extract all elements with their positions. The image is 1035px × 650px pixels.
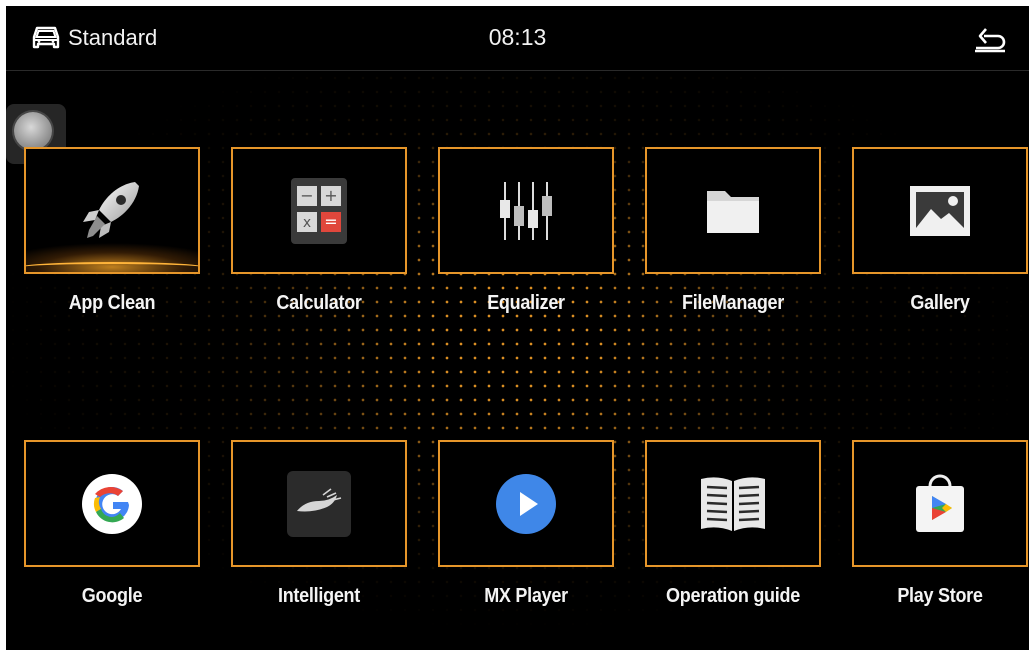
calculator-key: = [324, 212, 337, 231]
back-arrow-icon [972, 28, 1008, 58]
status-bar: Standard 08:13 [6, 6, 1029, 71]
app-tile [24, 147, 200, 274]
car-sketch-icon [287, 470, 351, 537]
play-icon [494, 472, 558, 536]
app-filemanager[interactable]: FileManager [645, 147, 821, 315]
rocket-icon [77, 176, 147, 246]
equalizer-icon [491, 176, 561, 246]
folder-icon [703, 183, 763, 239]
calculator-key: − [300, 186, 313, 205]
app-label: Intelligent [277, 585, 361, 607]
app-google[interactable]: Google [24, 440, 200, 608]
app-tile [24, 440, 200, 567]
app-tile [645, 147, 821, 274]
app-app-clean[interactable]: App Clean [24, 147, 200, 315]
app-mx-player[interactable]: MX Player [438, 440, 614, 608]
app-equalizer[interactable]: Equalizer [438, 147, 614, 315]
app-tile [645, 440, 821, 567]
play-store-icon [908, 472, 972, 536]
app-tile [438, 440, 614, 567]
clock: 08:13 [488, 24, 547, 50]
app-gallery[interactable]: Gallery [852, 147, 1028, 315]
picture-icon [907, 183, 973, 239]
calculator-icon: − + x = [289, 176, 349, 246]
app-label: App Clean [68, 292, 156, 314]
open-book-icon [697, 473, 769, 535]
app-label: MX Player [484, 585, 568, 607]
google-g-icon [80, 472, 144, 536]
screen: Standard 08:13 App Clean − + x = Calcula… [6, 6, 1029, 650]
back-button[interactable] [972, 22, 1008, 54]
calculator-key: + [324, 186, 337, 205]
app-label: Google [81, 585, 143, 607]
app-label: Gallery [910, 292, 970, 314]
app-label: Operation guide [666, 585, 800, 607]
app-tile [438, 147, 614, 274]
app-label: Equalizer [487, 292, 565, 314]
app-label: Calculator [276, 292, 362, 314]
calculator-key: x [303, 215, 311, 231]
app-label: Play Store [897, 585, 983, 607]
app-calculator[interactable]: − + x = Calculator [231, 147, 407, 315]
app-play-store[interactable]: Play Store [852, 440, 1028, 608]
app-tile [852, 440, 1028, 567]
app-label: FileManager [681, 292, 785, 314]
app-tile: − + x = [231, 147, 407, 274]
app-operation-guide[interactable]: Operation guide [645, 440, 821, 608]
app-tile [231, 440, 407, 567]
app-intelligent[interactable]: Intelligent [231, 440, 407, 608]
app-tile [852, 147, 1028, 274]
